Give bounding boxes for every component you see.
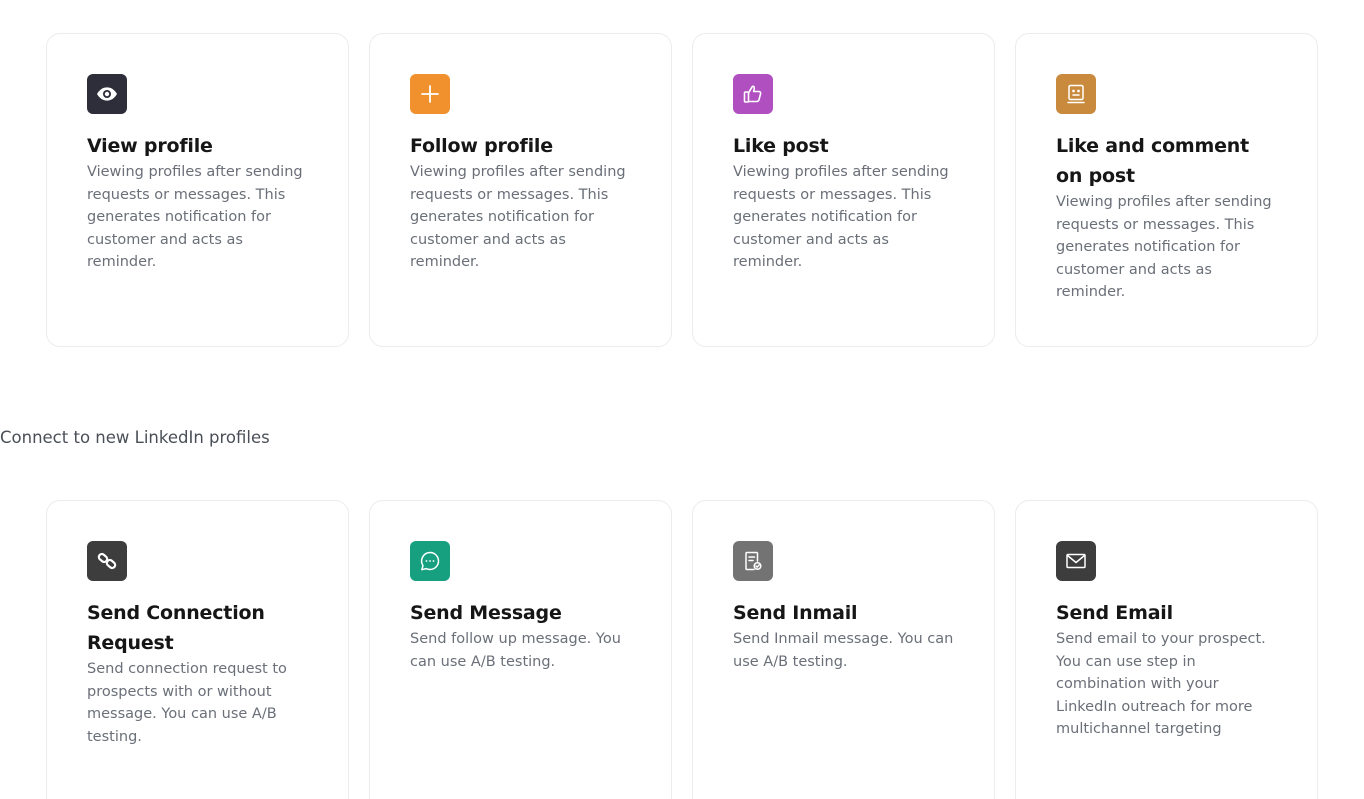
comment-icon: [1056, 74, 1096, 114]
link-icon: [87, 541, 127, 581]
card-title: Send Message: [410, 602, 562, 624]
card-description: Send connection request to prospects wit…: [87, 661, 287, 745]
card-title: Like and comment on post: [1056, 135, 1250, 187]
card-title: Follow profile: [410, 135, 553, 157]
card-title: View profile: [87, 135, 213, 157]
chat-bubble-icon: [410, 541, 450, 581]
card-send-email[interactable]: Send Email Send email to your prospect. …: [1015, 500, 1318, 799]
card-description: Send email to your prospect. You can use…: [1056, 631, 1266, 737]
card-description: Viewing profiles after sending requests …: [733, 164, 949, 270]
thumbs-up-icon: [733, 74, 773, 114]
section-heading: Connect to new LinkedIn profiles: [0, 428, 270, 447]
card-title: Send Connection Request: [87, 602, 265, 654]
card-view-profile[interactable]: View profile Viewing profiles after send…: [46, 33, 349, 347]
page: View profile Viewing profiles after send…: [0, 0, 1364, 799]
card-description: Viewing profiles after sending requests …: [87, 164, 303, 270]
card-description: Send Inmail message. You can use A/B tes…: [733, 631, 954, 670]
card-like-post[interactable]: Like post Viewing profiles after sending…: [692, 33, 995, 347]
card-follow-profile[interactable]: Follow profile Viewing profiles after se…: [369, 33, 672, 347]
action-cards-bottom: Send Connection Request Send connection …: [46, 500, 1318, 799]
card-title: Send Email: [1056, 602, 1173, 624]
card-like-and-comment[interactable]: Like and comment on post Viewing profile…: [1015, 33, 1318, 347]
envelope-icon: [1056, 541, 1096, 581]
card-description: Viewing profiles after sending requests …: [410, 164, 626, 270]
card-send-message[interactable]: Send Message Send follow up message. You…: [369, 500, 672, 799]
card-send-connection-request[interactable]: Send Connection Request Send connection …: [46, 500, 349, 799]
card-description: Viewing profiles after sending requests …: [1056, 194, 1272, 300]
inmail-icon: [733, 541, 773, 581]
eye-icon: [87, 74, 127, 114]
action-cards-top: View profile Viewing profiles after send…: [46, 33, 1318, 347]
card-title: Like post: [733, 135, 829, 157]
plus-icon: [410, 74, 450, 114]
card-send-inmail[interactable]: Send Inmail Send Inmail message. You can…: [692, 500, 995, 799]
card-title: Send Inmail: [733, 602, 858, 624]
card-description: Send follow up message. You can use A/B …: [410, 631, 621, 670]
